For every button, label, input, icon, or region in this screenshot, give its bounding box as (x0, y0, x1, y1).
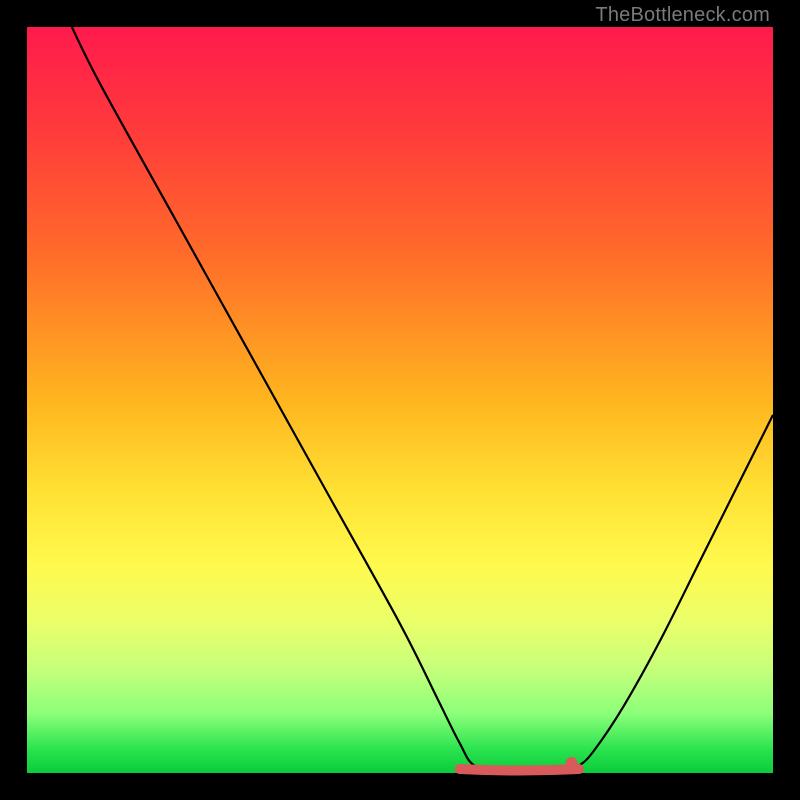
chart-frame: TheBottleneck.com (0, 0, 800, 800)
optimal-range-highlight (460, 769, 579, 771)
optimal-point-marker (566, 757, 578, 769)
plot-area (27, 27, 773, 773)
curve-path (72, 27, 773, 770)
bottleneck-curve (27, 27, 773, 773)
attribution-watermark: TheBottleneck.com (595, 4, 770, 27)
